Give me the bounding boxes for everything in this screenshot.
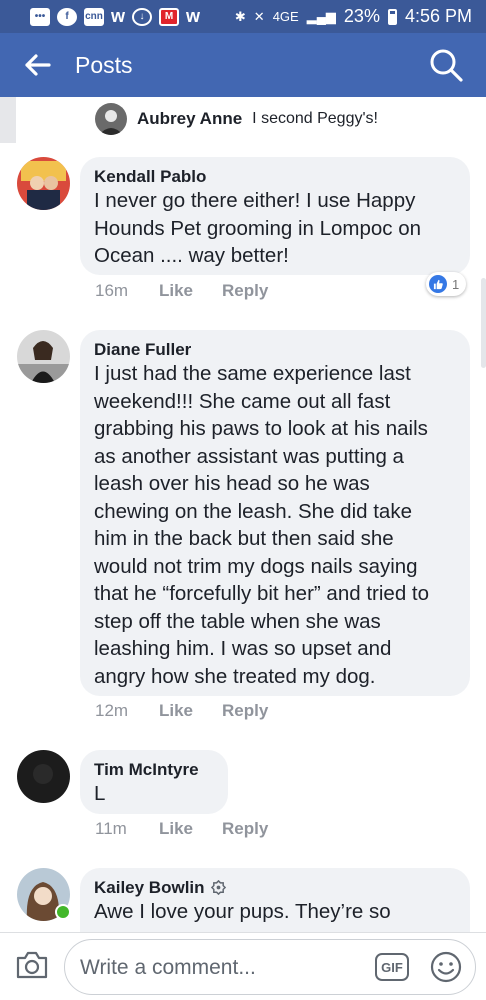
comment-text-line: I never go there either! I use Happy <box>94 189 416 212</box>
comment-text-line: angry how she treated my dog. <box>94 664 376 688</box>
comment-placeholder: Write a comment... <box>80 956 256 979</box>
comment-actions: 12m Like Reply <box>95 701 268 721</box>
comment-text-line: as another assistant was putting a <box>94 444 404 468</box>
back-button[interactable] <box>0 33 75 97</box>
avatar[interactable] <box>17 750 70 803</box>
emoji-button[interactable] <box>429 950 463 984</box>
comment-author[interactable]: Diane Fuller <box>94 340 456 360</box>
avatar[interactable] <box>17 157 70 210</box>
scrollbar[interactable] <box>481 278 486 368</box>
w2-icon: w <box>186 6 201 26</box>
comment-bubble[interactable]: Kendall Pablo I never go there either! I… <box>80 157 470 275</box>
comment-author[interactable]: Kendall Pablo <box>94 167 456 187</box>
cnn-icon: cnn <box>84 7 104 26</box>
app-header: Posts <box>0 33 486 97</box>
network-label: 4GE <box>272 9 299 24</box>
comment-text-line: leashing him. I was so upset and <box>94 637 392 660</box>
online-indicator <box>55 904 71 920</box>
m-icon: M <box>159 7 180 26</box>
comment-bubble[interactable]: Diane Fuller I just had the same experie… <box>80 330 470 696</box>
gif-button[interactable]: GIF <box>375 953 409 981</box>
notification-icons: ••• f cnn w ↓ M w <box>30 6 200 27</box>
reply-button[interactable]: Reply <box>222 281 268 301</box>
comment-actions: 16m Like Reply <box>95 281 268 301</box>
search-button[interactable] <box>428 47 464 83</box>
like-button[interactable]: Like <box>159 701 222 721</box>
timestamp: 16m <box>95 281 129 300</box>
alert-icon: ↓ <box>132 7 153 26</box>
camera-button[interactable] <box>15 950 49 980</box>
messenger-icon: ••• <box>30 7 50 26</box>
signal-icon: ▂▄▆ <box>306 8 336 24</box>
w-icon: w <box>111 6 126 26</box>
comment-text-line: Ocean .... way better! <box>94 244 289 267</box>
timestamp: 11m <box>95 819 127 838</box>
comment-actions: 11m Like Reply <box>95 819 268 839</box>
comment-text-line: Awe I love your pups. They’re so <box>94 900 391 923</box>
battery-icon <box>387 8 397 25</box>
comment-text-line: chewing on the leash. She did take <box>94 499 412 523</box>
camera-icon <box>16 951 48 979</box>
bluetooth-icon: ✱ <box>234 8 246 24</box>
comment-text-line: leash over his head so he was <box>94 472 370 495</box>
comment-text-line: would not trim my dogs nails saying <box>94 554 418 578</box>
reply-text: I second Peggy's! <box>252 110 378 127</box>
comment-text-line: I just had the same experience last <box>94 362 411 385</box>
battery-percent: 23% <box>343 6 380 26</box>
badge-icon <box>211 879 227 896</box>
comment-text-line: him in the back but then said she <box>94 527 394 550</box>
page-title: Posts <box>75 51 133 78</box>
thumbs-up-icon <box>429 275 447 293</box>
comment-text-line: step off the table when she was <box>94 609 381 633</box>
comment-input[interactable]: Write a comment... GIF <box>64 939 476 995</box>
reply-preview[interactable]: Aubrey Anne I second Peggy's! <box>95 102 378 136</box>
comment-author[interactable]: Kailey Bowlin <box>94 878 456 898</box>
reaction-number: 1 <box>452 276 460 292</box>
comment-text-line: grabbing his paws to look at his nails <box>94 417 428 440</box>
reply-author[interactable]: Aubrey Anne <box>137 109 242 129</box>
facebook-icon: f <box>57 7 77 26</box>
avatar[interactable] <box>95 103 127 135</box>
comment-text-line: Hounds Pet grooming in Lompoc on <box>94 216 422 240</box>
comment-text-line: that he “forcefully bit her” and tried t… <box>94 582 430 605</box>
system-status: ✱ ✕ 4GE ▂▄▆ 23% 4:56 PM <box>235 6 472 27</box>
reply-button[interactable]: Reply <box>222 701 268 721</box>
mute-icon: ✕ <box>253 8 265 24</box>
comment-composer: Write a comment... GIF <box>0 932 486 1000</box>
back-arrow-icon <box>24 54 51 76</box>
clock: 4:56 PM <box>404 6 472 26</box>
like-button[interactable]: Like <box>159 819 222 839</box>
comment-text-line: L <box>94 782 106 805</box>
avatar[interactable] <box>17 330 70 383</box>
reaction-count[interactable]: 1 <box>426 272 466 296</box>
status-bar: ••• f cnn w ↓ M w ✱ ✕ 4GE ▂▄▆ 23% 4:56 P… <box>0 0 486 33</box>
comment-text-line: weekend!!! She came out all fast <box>94 389 391 413</box>
timestamp: 12m <box>95 701 129 720</box>
thread-indicator <box>0 97 16 143</box>
reply-button[interactable]: Reply <box>222 819 268 839</box>
search-icon <box>430 49 463 82</box>
emoji-icon <box>430 951 462 983</box>
like-button[interactable]: Like <box>159 281 222 301</box>
comment-author[interactable]: Tim McIntyre <box>94 760 214 780</box>
comment-bubble[interactable]: Tim McIntyre L <box>80 750 228 814</box>
